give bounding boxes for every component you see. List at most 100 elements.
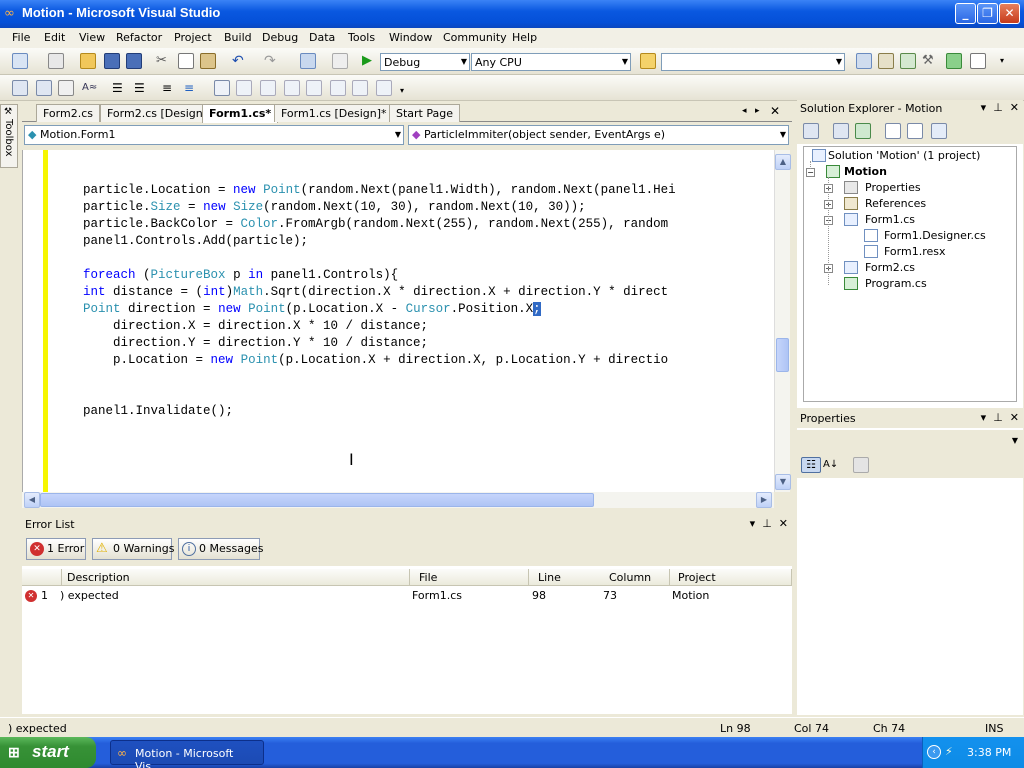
tab-start-page[interactable]: Start Page [389,104,460,122]
display-object-members-icon[interactable] [12,80,28,96]
toolbar-options-icon[interactable]: ▾ [400,83,416,99]
column-header-file[interactable]: File [410,569,529,586]
toolbar-options-icon[interactable]: ▾ [1000,53,1016,69]
messages-filter-button[interactable]: i0 Messages [178,538,263,560]
blank-line[interactable] [53,386,676,403]
tab-form2-design[interactable]: Form2.cs [Design] [100,104,215,122]
properties-window-icon[interactable] [878,53,894,69]
solution-explorer-icon[interactable] [856,53,872,69]
code-line[interactable]: Point direction = new Point(p.Location.X… [53,301,676,318]
close-document-icon[interactable]: ✕ [770,104,780,118]
menu-debug[interactable]: Debug [262,31,298,44]
class-select[interactable]: ◆ Motion.Form1 ▼ [24,125,404,145]
alphabetical-icon[interactable]: A↓ [823,457,839,473]
close-button[interactable]: ✕ [999,3,1020,24]
tree-item-form2[interactable]: Form2.cs [865,261,915,274]
table-row[interactable]: ✕ 1 ) expected Form1.cs 98 73 Motion [22,587,792,605]
property-pages-icon[interactable] [853,457,869,473]
command-window-icon[interactable] [970,53,986,69]
save-all-icon[interactable] [126,53,142,69]
complete-word-icon[interactable]: A≈ [82,80,98,96]
horizontal-scrollbar[interactable]: ◀ ▶ [22,492,774,508]
vertical-scroll-thumb[interactable] [776,338,789,372]
clock[interactable]: 3:38 PM [967,746,1011,759]
tab-form2-cs[interactable]: Form2.cs [36,104,100,122]
toolbox-icon[interactable]: ⚒ [922,53,938,69]
toggle-bookmark-icon[interactable] [214,80,230,96]
menu-view[interactable]: View [79,31,105,44]
comment-lines-icon[interactable]: ≡ [162,80,178,96]
add-item-icon[interactable] [48,53,64,69]
menu-refactor[interactable]: Refactor [116,31,162,44]
scroll-down-icon[interactable]: ▼ [775,474,791,490]
code-line[interactable]: particle.Location = new Point(random.Nex… [53,182,676,199]
solution-platform-select[interactable]: Any CPU ▼ [471,53,631,71]
previous-bookmark-in-document-icon[interactable] [330,80,346,96]
properties-icon[interactable] [803,123,819,139]
copy-icon[interactable] [178,53,194,69]
code-line[interactable]: foreach (PictureBox p in panel1.Controls… [53,267,676,284]
member-select[interactable]: ◆ ParticleImmiter(object sender, EventAr… [408,125,789,145]
tab-form1-design[interactable]: Form1.cs [Design]* [274,104,394,122]
close-panel-icon[interactable]: ✕ [1010,101,1019,114]
menu-build[interactable]: Build [224,31,252,44]
redo-icon[interactable]: ↷ [264,53,280,69]
tree-item-form1-resx[interactable]: Form1.resx [884,245,946,258]
code-line[interactable]: particle.Size = new Size(random.Next(10,… [53,199,676,216]
new-project-icon[interactable] [12,53,28,69]
close-panel-icon[interactable]: ✕ [1010,411,1019,424]
tree-item-form1[interactable]: Form1.cs [865,213,915,226]
start-button[interactable]: ⊞ start [0,737,96,768]
blank-line[interactable] [53,369,676,386]
navigate-backward-icon[interactable] [300,53,316,69]
vertical-scrollbar[interactable]: ▲ ▼ [774,150,791,492]
code-line[interactable]: panel1.Invalidate(); [53,403,676,420]
network-icon[interactable]: ⚡ [945,745,953,758]
menu-community[interactable]: Community [443,31,507,44]
maximize-button[interactable]: ❐ [977,3,998,24]
column-header-column[interactable]: Column [600,569,670,586]
code-line[interactable]: direction.Y = direction.Y * 10 / distanc… [53,335,676,352]
navigate-forward-icon[interactable] [332,53,348,69]
blank-line[interactable] [53,250,676,267]
scroll-up-icon[interactable]: ▲ [775,154,791,170]
scroll-tabs-left-icon[interactable]: ◂ [742,106,747,116]
window-position-icon[interactable]: ▾ [981,101,987,114]
scroll-tabs-right-icon[interactable]: ▸ [755,106,760,116]
open-icon[interactable] [80,53,96,69]
warnings-filter-button[interactable]: ⚠ 0 Warnings [92,538,174,560]
collapse-icon[interactable]: − [806,168,815,177]
scroll-left-icon[interactable]: ◀ [24,492,40,508]
tree-item-properties[interactable]: Properties [865,181,921,194]
horizontal-scroll-thumb[interactable] [40,493,594,507]
menu-file[interactable]: File [12,31,30,44]
parameter-info-icon[interactable] [36,80,52,96]
find-in-files-icon[interactable] [640,53,656,69]
view-code-icon[interactable] [885,123,901,139]
find-input[interactable]: ▼ [661,53,845,71]
window-position-icon[interactable]: ▾ [750,517,756,530]
undo-icon[interactable]: ↶ [232,53,248,69]
decrease-indent-icon[interactable]: ☰ [112,80,128,96]
show-hidden-icons-icon[interactable]: ‹ [927,745,941,759]
uncomment-lines-icon[interactable]: ≡ [184,80,200,96]
view-class-diagram-icon[interactable] [931,123,947,139]
quick-info-icon[interactable] [58,80,74,96]
code-line[interactable]: direction.X = direction.X * 10 / distanc… [53,318,676,335]
toolbox-tab[interactable]: ⚒ Toolbox [0,104,18,168]
increase-indent-icon[interactable]: ☰ [134,80,150,96]
code-lines[interactable]: particle.Location = new Point(random.Nex… [53,182,676,420]
tree-item-references[interactable]: References [865,197,926,210]
tree-solution[interactable]: Solution 'Motion' (1 project) [828,149,980,162]
code-line[interactable]: p.Location = new Point(p.Location.X + di… [53,352,676,369]
taskbar-item-visual-studio[interactable]: ∞ Motion - Microsoft Vis... [110,740,264,768]
categorized-icon[interactable]: ☷ [801,457,821,473]
code-editor[interactable]: particle.Location = new Point(random.Nex… [22,150,774,492]
refresh-icon[interactable] [855,123,871,139]
start-debugging-icon[interactable]: ▶ [362,53,378,69]
show-all-files-icon[interactable] [833,123,849,139]
column-header-project[interactable]: Project [670,569,792,586]
menu-help[interactable]: Help [512,31,537,44]
auto-hide-pin-icon[interactable]: ⊥ [762,517,772,530]
auto-hide-pin-icon[interactable]: ⊥ [993,101,1003,114]
